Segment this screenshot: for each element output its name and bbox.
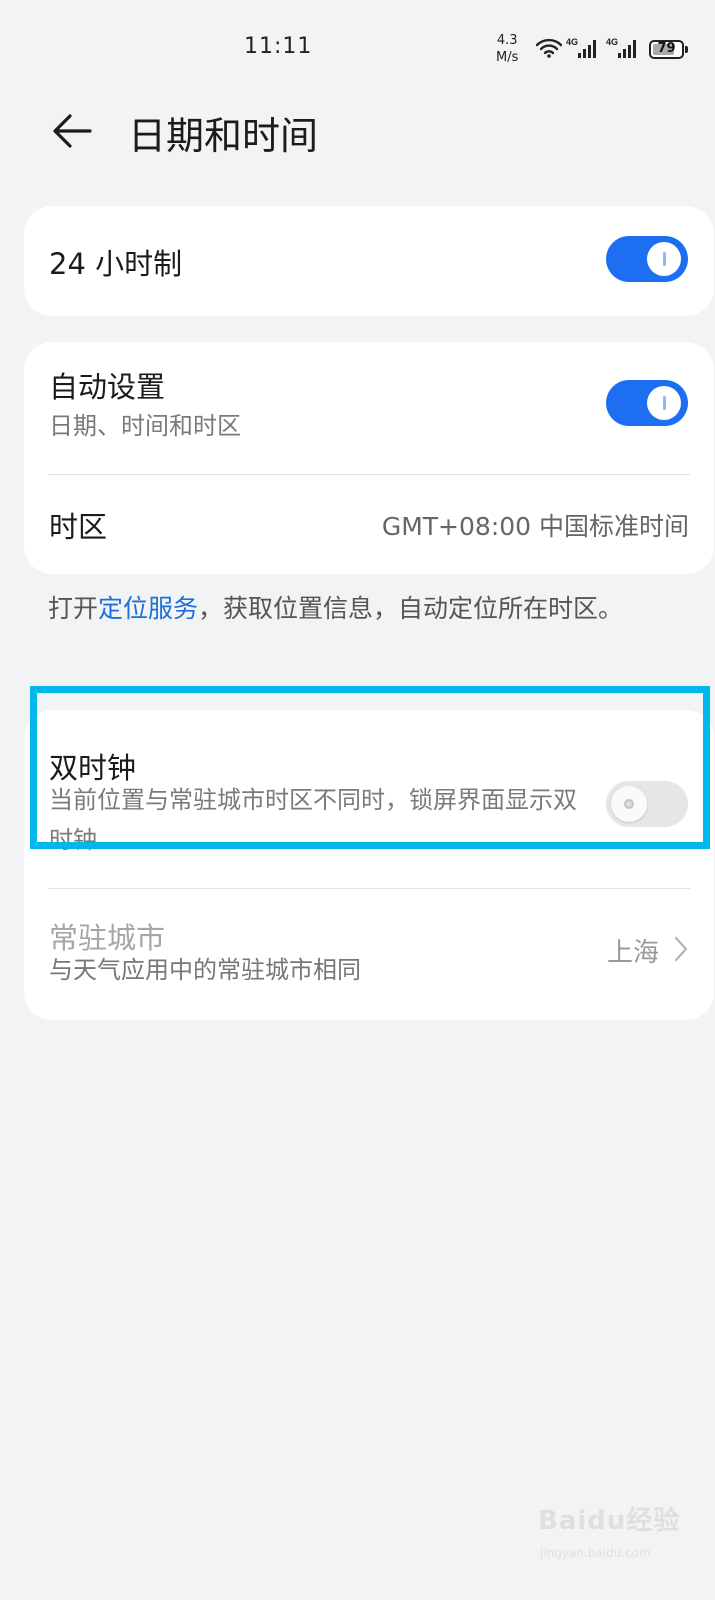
battery-icon: 79 — [649, 40, 684, 59]
page-title: 日期和时间 — [128, 114, 319, 158]
hour24-label: 24 小时制 — [49, 247, 183, 281]
watermark-brand: Baidu经验 — [538, 1506, 681, 1536]
location-note: 打开定位服务，获取位置信息，自动定位所在时区。 — [48, 588, 648, 629]
auto-setting-description: 日期、时间和时区 — [49, 412, 241, 440]
status-time: 11:11 — [244, 34, 313, 59]
cellular-signal-icon: 4G — [606, 37, 636, 58]
network-speed-value: 4.3 — [496, 33, 518, 48]
location-note-prefix: 打开 — [48, 594, 99, 623]
toggle-knob — [647, 242, 681, 276]
network-speed-unit: M/s — [496, 50, 519, 65]
status-bar: 11:11 4.3 M/s 4G 4G 79 — [0, 0, 715, 95]
cellular-signal-icon: 4G — [566, 37, 596, 58]
location-service-link[interactable]: 定位服务 — [98, 594, 198, 623]
toggle-knob — [611, 786, 647, 822]
divider — [48, 474, 690, 475]
signal2-label: 4G — [606, 37, 618, 47]
timezone-label[interactable]: 时区 — [49, 504, 107, 546]
timezone-value[interactable]: GMT+08:00 中国标准时间 — [382, 507, 689, 543]
auto-setting-label: 自动设置 — [49, 370, 166, 404]
watermark-url: jingyan.baidu.com — [540, 1546, 651, 1560]
baidu-watermark: Baidu经验 jingyan.baidu.com — [538, 1490, 688, 1580]
wifi-icon — [536, 38, 562, 58]
network-speed: 4.3 M/s — [496, 32, 518, 66]
location-note-suffix: ，获取位置信息，自动定位所在时区。 — [198, 594, 624, 623]
auto-setting-toggle[interactable] — [606, 380, 688, 426]
dual-clock-description: 当前位置与常驻城市时区不同时，锁屏界面显示双时钟 — [49, 786, 577, 854]
back-arrow-icon[interactable] — [48, 107, 96, 155]
chevron-right-icon[interactable] — [674, 936, 688, 962]
hour24-toggle[interactable] — [606, 236, 688, 282]
page-header: 日期和时间 — [0, 95, 715, 175]
auto-time-card: 自动设置 日期、时间和时区 时区 GMT+08:00 中国标准时间 — [24, 342, 714, 574]
dual-clock-card: 双时钟 当前位置与常驻城市时区不同时，锁屏界面显示双时钟 常驻城市 与天气应用中… — [24, 710, 714, 1020]
toggle-knob — [647, 386, 681, 420]
home-city-value[interactable]: 上海 — [607, 932, 659, 969]
hour24-card: 24 小时制 — [24, 206, 714, 316]
battery-cap — [685, 46, 688, 53]
battery-percent: 79 — [657, 41, 676, 56]
dual-clock-toggle[interactable] — [606, 781, 688, 827]
home-city-description: 与天气应用中的常驻城市相同 — [49, 956, 361, 984]
signal1-label: 4G — [566, 37, 578, 47]
divider — [48, 888, 690, 889]
